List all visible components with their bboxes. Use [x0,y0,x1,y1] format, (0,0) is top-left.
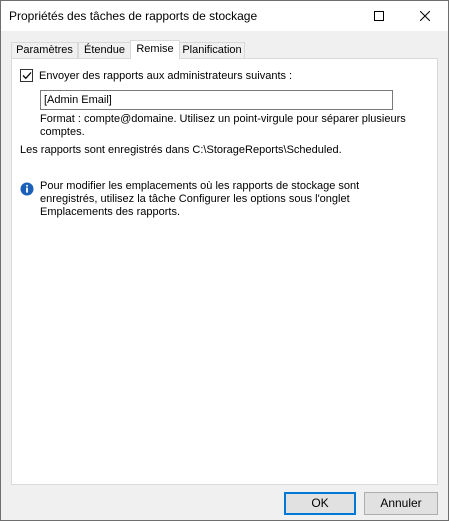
window-title: Propriétés des tâches de rapports de sto… [9,9,258,23]
maximize-button[interactable] [356,1,402,31]
info-icon [20,182,34,196]
tab-planification[interactable]: Planification [179,42,245,58]
title-bar: Propriétés des tâches de rapports de sto… [1,1,448,31]
close-icon [420,11,430,21]
tab-etendue[interactable]: Étendue [78,42,131,58]
tab-remise[interactable]: Remise [130,40,180,59]
admin-email-input[interactable] [40,90,393,110]
reports-location-text: Les rapports sont enregistrés dans C:\St… [20,144,342,156]
info-message: Pour modifier les emplacements où les ra… [40,180,360,218]
format-hint: Format : compte@domaine. Utilisez un poi… [40,113,406,138]
close-button[interactable] [402,1,448,31]
cancel-button[interactable]: Annuler [364,492,438,515]
checkmark-icon [22,72,31,80]
send-reports-label[interactable]: Envoyer des rapports aux administrateurs… [39,70,292,82]
send-reports-checkbox[interactable] [20,69,33,82]
send-reports-row: Envoyer des rapports aux administrateurs… [20,69,292,82]
maximize-icon [374,11,384,21]
ok-button[interactable]: OK [284,492,356,515]
tab-parametres[interactable]: Paramètres [11,42,78,58]
dialog-window: Propriétés des tâches de rapports de sto… [0,0,449,521]
tab-panel-remise: Envoyer des rapports aux administrateurs… [11,58,438,485]
